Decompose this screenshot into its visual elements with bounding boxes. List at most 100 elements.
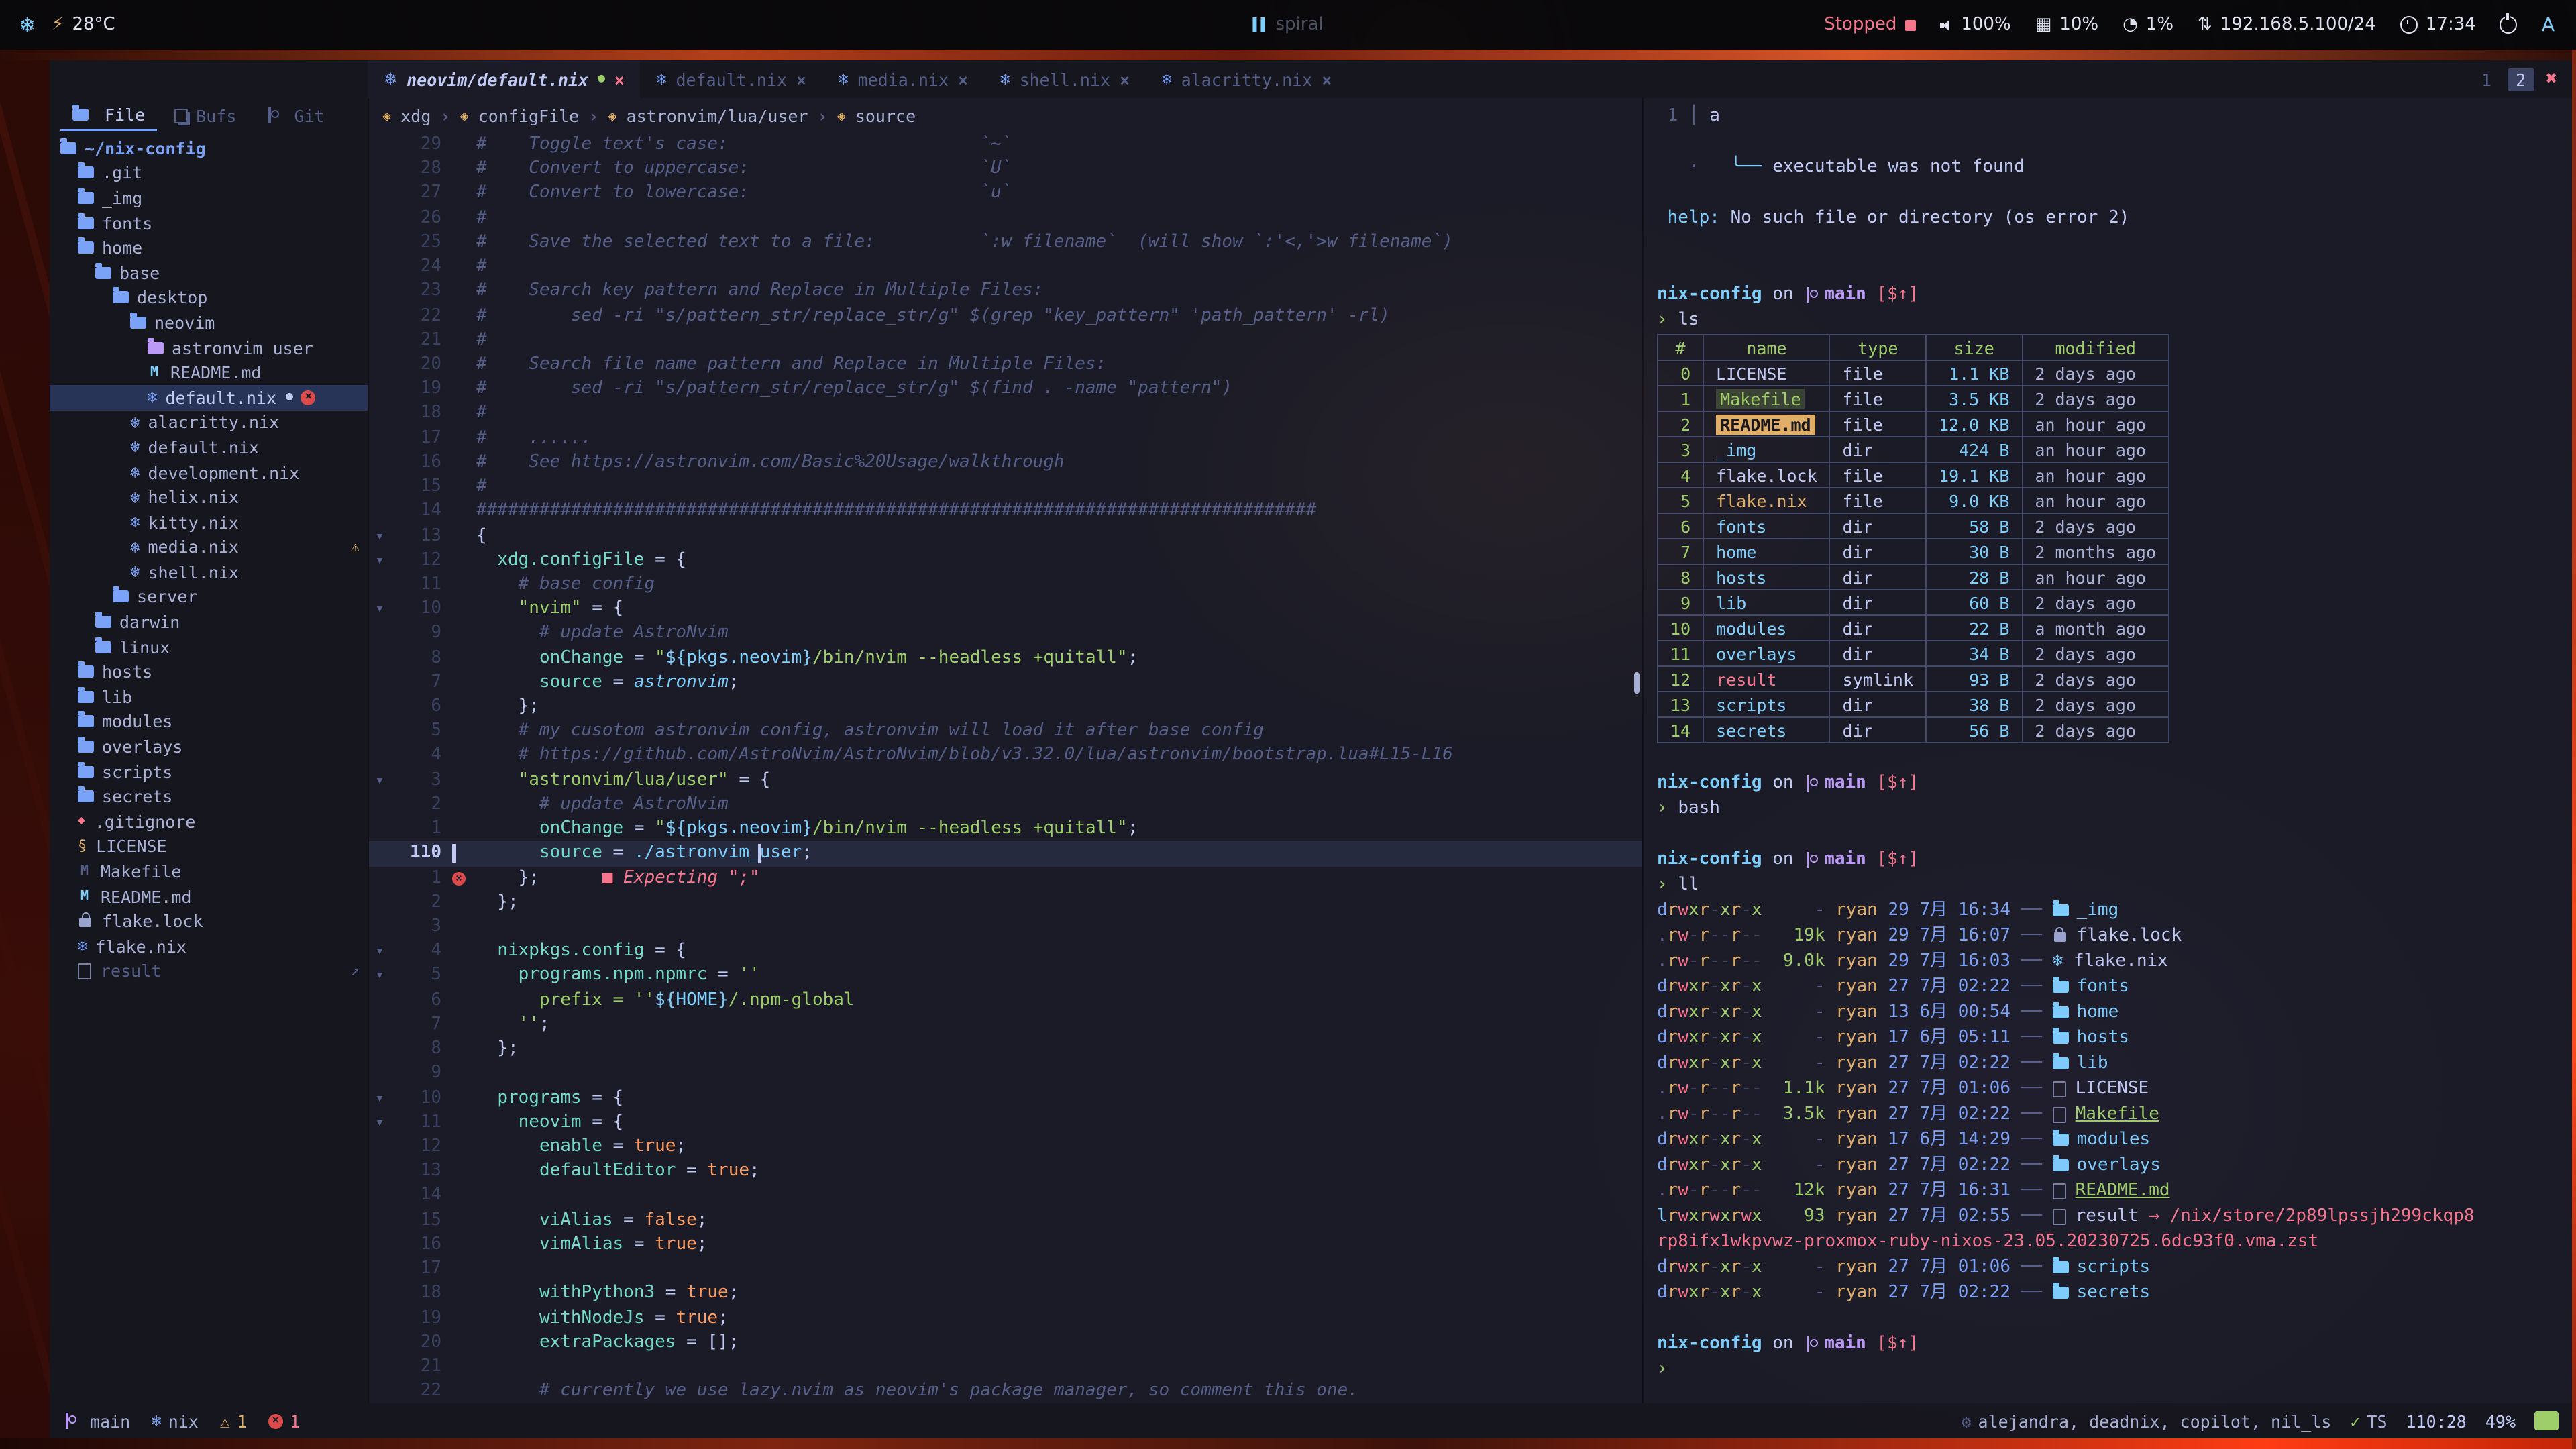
code-line[interactable]: 18 withPython3 = true; [369,1282,1642,1306]
tree-item-result[interactable]: result↗ [50,959,368,983]
power-button[interactable] [2500,16,2518,34]
code-line[interactable]: ▾10 "nvim" = { [369,597,1642,621]
tree-item-shell.nix[interactable]: ❄shell.nix [50,559,368,584]
tree-item-scripts[interactable]: scripts [50,759,368,784]
tree-item-default.nix[interactable]: ❄default.nix [50,435,368,460]
scrollbar-thumb[interactable] [1634,672,1640,694]
code-line[interactable]: 17 [369,1257,1642,1281]
close-buffer-icon[interactable]: × [1322,69,1332,89]
code-line[interactable]: ▾12 xdg.configFile = { [369,548,1642,572]
media-player-module[interactable]: spiral [1252,15,1323,35]
tree-item-default.nix[interactable]: ❄default.nix●× [50,385,368,410]
volume-module[interactable]: 100% [1939,15,2010,35]
fold-indicator[interactable]: ▾ [369,597,390,621]
code-line[interactable]: 110 source = ./astronvim_user; [369,842,1642,866]
code-line[interactable]: ▾10 programs = { [369,1086,1642,1110]
code-line[interactable]: 19 withNodeJs = true; [369,1306,1642,1330]
tree-item-Makefile[interactable]: MMakefile [50,859,368,883]
fold-indicator[interactable]: ▾ [369,1086,390,1110]
code-line[interactable]: 22# sed -ri "s/pattern_str/replace_str/g… [369,304,1642,328]
tree-item-modules[interactable]: modules [50,709,368,734]
code-line[interactable]: ▾5 programs.npm.npmrc = '' [369,964,1642,988]
code-line[interactable]: 25# Save the selected text to a file: `:… [369,231,1642,255]
tree-item-flake.nix[interactable]: ❄flake.nix [50,934,368,959]
code-area[interactable]: 29# Toggle text's case: `~`28# Convert t… [369,133,1642,1403]
code-line[interactable]: 6 prefix = ''${HOME}/.npm-global [369,988,1642,1012]
buffer-tab[interactable]: ❄alacritty.nix× [1146,60,1348,98]
breadcrumb-item[interactable]: xdg [400,105,431,125]
tree-item-base[interactable]: base [50,260,368,285]
tree-item-astronvim_user[interactable]: astronvim_user [50,335,368,360]
code-line[interactable]: 14######################################… [369,500,1642,524]
code-line[interactable]: 9 # update AstroNvim [369,622,1642,646]
memory-module[interactable]: ▦ 10% [2035,15,2098,35]
tree-item-server[interactable]: server [50,584,368,609]
code-line[interactable]: 5 # my cusotom astronvim config, astronv… [369,720,1642,744]
explorer-tab-bufs[interactable]: Bufs [162,101,248,129]
code-line[interactable]: 14 [369,1184,1642,1208]
tree-item-README.md[interactable]: MREADME.md [50,360,368,385]
tree-item-flake.lock[interactable]: flake.lock [50,909,368,934]
code-line[interactable]: 7 ''; [369,1013,1642,1037]
code-line[interactable]: 28# Convert to uppercase: `U` [369,157,1642,181]
code-line[interactable]: 3 [369,915,1642,939]
tree-item-.git[interactable]: .git [50,160,368,185]
code-line[interactable]: ▾11 neovim = { [369,1111,1642,1135]
code-line[interactable]: 8 onChange = "${pkgs.neovim}/bin/nvim --… [369,646,1642,670]
explorer-tab-file[interactable]: File [60,100,157,131]
code-line[interactable]: 20 extraPackages = []; [369,1330,1642,1354]
tree-item-LICENSE[interactable]: §LICENSE [50,834,368,859]
tree-item-development.nix[interactable]: ❄development.nix [50,460,368,484]
close-tab-button[interactable]: ✖ [2542,68,2561,90]
tree-item-kitty.nix[interactable]: ❄kitty.nix [50,510,368,535]
tray-app-icon[interactable]: A [2542,14,2555,36]
code-line[interactable]: 15# [369,475,1642,499]
tree-item-_img[interactable]: _img [50,185,368,210]
code-line[interactable]: 11 # base config [369,573,1642,597]
code-line[interactable]: 1 onChange = "${pkgs.neovim}/bin/nvim --… [369,817,1642,841]
tree-item-helix.nix[interactable]: ❄helix.nix [50,485,368,510]
code-line[interactable]: 24# [369,255,1642,279]
code-line[interactable]: 19# sed -ri "s/pattern_str/replace_str/g… [369,377,1642,401]
tree-item-linux[interactable]: linux [50,635,368,659]
tree-item-hosts[interactable]: hosts [50,659,368,684]
code-line[interactable]: 22 # currently we use lazy.nvim as neovi… [369,1379,1642,1403]
fold-indicator[interactable]: ▾ [369,524,390,548]
code-line[interactable]: 4 # https://github.com/AstroNvim/AstroNv… [369,744,1642,768]
tree-item-lib[interactable]: lib [50,684,368,709]
network-module[interactable]: ⇅ 192.168.5.100/24 [2198,15,2376,35]
buffer-tab[interactable]: ❄neovim/default.nix●× [368,60,641,98]
tree-item-fonts[interactable]: fonts [50,211,368,235]
buffer-tab[interactable]: ❄media.nix× [822,60,984,98]
code-line[interactable]: ▾4 nixpkgs.config = { [369,939,1642,963]
code-line[interactable]: 2 # update AstroNvim [369,793,1642,817]
buffer-tab[interactable]: ❄shell.nix× [984,60,1146,98]
fold-indicator[interactable]: ▾ [369,964,390,988]
close-buffer-icon[interactable]: × [614,69,625,89]
code-line[interactable]: 9 [369,1062,1642,1086]
tree-item-home[interactable]: home [50,235,368,260]
buffer-tab[interactable]: ❄default.nix× [641,60,822,98]
code-line[interactable]: 18# [369,402,1642,426]
tree-item-secrets[interactable]: secrets [50,784,368,809]
close-buffer-icon[interactable]: × [1120,69,1130,89]
code-line[interactable]: 8 }; [369,1037,1642,1061]
breadcrumb-item[interactable]: configFile [478,105,580,125]
tree-item-overlays[interactable]: overlays [50,735,368,759]
code-line[interactable]: 1× }; ■ Expecting ";" [369,866,1642,890]
code-line[interactable]: 16# See https://astronvim.com/Basic%20Us… [369,451,1642,475]
code-line[interactable]: 20# Search file name pattern and Replace… [369,353,1642,377]
code-line[interactable]: 6 }; [369,695,1642,719]
code-line[interactable]: 17# ...... [369,426,1642,450]
close-buffer-icon[interactable]: × [796,69,806,89]
code-line[interactable]: 16 vimAlias = true; [369,1233,1642,1257]
tree-item-desktop[interactable]: desktop [50,285,368,310]
tab-number[interactable]: 2 [2508,68,2534,91]
editor-pane[interactable]: ◈xdg›◈configFile›◈astronvim/lua/user›◈so… [369,98,1642,1403]
code-line[interactable]: 12 enable = true; [369,1135,1642,1159]
cpu-module[interactable]: ◔ 1% [2123,15,2174,35]
close-buffer-icon[interactable]: × [958,69,968,89]
code-line[interactable]: ▾3 "astronvim/lua/user" = { [369,768,1642,792]
terminal-pane[interactable]: 1 │ a · ╰── executable was not found hel… [1642,98,2572,1403]
code-line[interactable]: 21# [369,329,1642,353]
